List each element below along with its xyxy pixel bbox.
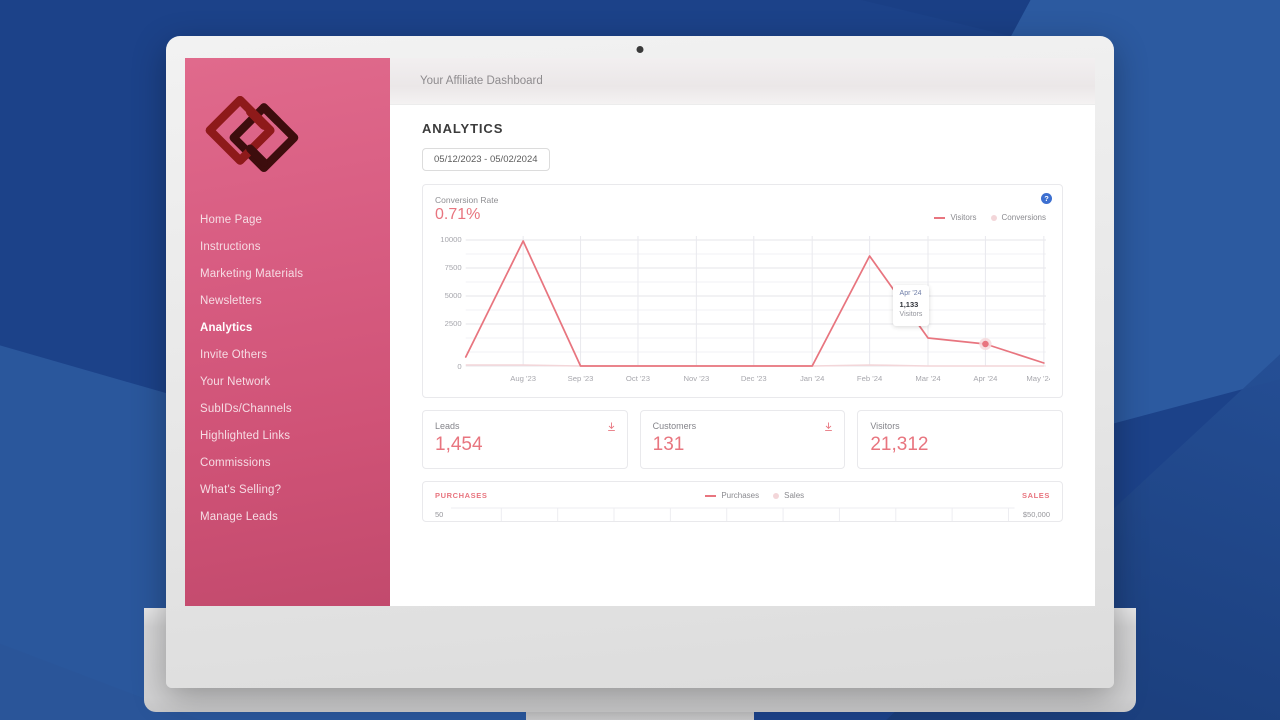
tooltip-series: Visitors — [899, 311, 923, 319]
svg-text:Apr '24: Apr '24 — [973, 374, 997, 383]
purchases-axis-row: 50 $50,000 — [435, 507, 1050, 521]
sales-axis-title: SALES — [1021, 491, 1050, 500]
sidebar-item-highlighted-links[interactable]: Highlighted Links — [185, 422, 390, 449]
stat-label-visitors: Visitors — [870, 421, 900, 431]
chart-header: Conversion Rate 0.71% Visitors Conversio… — [435, 195, 1050, 224]
stat-label-leads: Leads — [435, 421, 460, 431]
tooltip-date: Apr '24 — [899, 290, 922, 298]
sidebar-item-instructions[interactable]: Instructions — [185, 233, 390, 260]
svg-text:Aug '23: Aug '23 — [510, 374, 536, 383]
svg-text:Sep '23: Sep '23 — [568, 374, 594, 383]
line-chart-svg: 10000 7500 5000 2500 0 Aug '23 Sep '23 O… — [440, 235, 1050, 383]
purchases-gridlines — [451, 507, 1015, 521]
legend-dot-swatch-icon — [773, 492, 780, 499]
hover-point — [982, 340, 989, 348]
svg-text:Dec '23: Dec '23 — [741, 374, 767, 383]
purchases-card-header: PURCHASES Purchases Sales SALES — [435, 491, 1050, 500]
top-bar: Your Affiliate Dashboard — [390, 58, 1095, 105]
app-window: Home Page Instructions Marketing Materia… — [185, 58, 1095, 606]
webcam-icon — [636, 46, 644, 53]
sidebar-item-invite-others[interactable]: Invite Others — [185, 341, 390, 368]
stat-cards-row: Leads 1,454 Customers 131 Visitors 21,31… — [422, 410, 1064, 469]
sidebar-item-whats-selling[interactable]: What's Selling? — [185, 476, 390, 503]
svg-text:Nov '23: Nov '23 — [683, 374, 709, 383]
purchases-legend: Purchases Sales — [705, 491, 804, 500]
sidebar: Home Page Instructions Marketing Materia… — [185, 58, 390, 606]
stat-value-customers: 131 — [652, 434, 685, 455]
conversion-rate-label: Conversion Rate — [435, 195, 499, 205]
sidebar-item-newsletters[interactable]: Newsletters — [185, 287, 390, 314]
laptop-stand — [526, 712, 754, 720]
legend-line-swatch-icon — [934, 216, 946, 219]
legend-item-purchases[interactable]: Purchases — [705, 491, 759, 500]
sidebar-item-marketing-materials[interactable]: Marketing Materials — [185, 260, 390, 287]
dashboard-title: Your Affiliate Dashboard — [420, 75, 543, 87]
legend-label-purchases: Purchases — [721, 491, 760, 500]
sidebar-nav: Home Page Instructions Marketing Materia… — [185, 206, 390, 530]
laptop-mockup: Home Page Instructions Marketing Materia… — [144, 36, 1136, 720]
stat-label-customers: Customers — [652, 421, 697, 431]
chart-legend: Visitors Conversions — [934, 213, 1050, 222]
svg-text:10000: 10000 — [440, 235, 461, 244]
chart-tooltip: Apr '24 1,133 Visitors — [892, 285, 930, 326]
laptop-screen: Home Page Instructions Marketing Materia… — [185, 58, 1095, 606]
sidebar-item-home-page[interactable]: Home Page — [185, 206, 390, 233]
purchases-axis-max: 50 — [435, 509, 444, 519]
legend-dot-swatch-icon — [990, 214, 997, 221]
help-icon[interactable]: ? — [1041, 193, 1052, 204]
stat-card-leads: Leads 1,454 — [422, 410, 628, 469]
legend-item-visitors[interactable]: Visitors — [934, 213, 977, 222]
svg-text:May '24: May '24 — [1026, 374, 1050, 383]
brand-logo-icon[interactable] — [197, 88, 307, 180]
stat-card-customers: Customers 131 — [639, 410, 846, 469]
conversion-rate-block: Conversion Rate 0.71% — [435, 195, 498, 224]
svg-text:7500: 7500 — [445, 263, 462, 272]
svg-text:Oct '23: Oct '23 — [626, 374, 650, 383]
sidebar-item-commissions[interactable]: Commissions — [185, 449, 390, 476]
svg-text:Jan '24: Jan '24 — [800, 374, 825, 383]
legend-label-sales: Sales — [784, 491, 805, 500]
stat-value-visitors: 21,312 — [870, 434, 929, 455]
legend-item-conversions[interactable]: Conversions — [990, 213, 1046, 222]
svg-text:Mar '24: Mar '24 — [915, 374, 940, 383]
legend-item-sales[interactable]: Sales — [773, 491, 804, 500]
conversion-rate-chart-card: ? Conversion Rate 0.71% Visitors Convers… — [422, 184, 1063, 398]
purchases-sales-chart-card: PURCHASES Purchases Sales SALES 50 $50,0… — [422, 481, 1063, 522]
svg-text:0: 0 — [457, 362, 461, 371]
legend-label-visitors: Visitors — [950, 213, 977, 222]
date-range-picker[interactable]: 05/12/2023 - 05/02/2024 — [422, 148, 550, 171]
page-title: ANALYTICS — [422, 121, 504, 136]
scroll-area[interactable]: ANALYTICS 05/12/2023 - 05/02/2024 ? Conv… — [390, 105, 1095, 606]
svg-text:5000: 5000 — [445, 291, 462, 300]
sidebar-item-manage-leads[interactable]: Manage Leads — [185, 503, 390, 530]
purchases-axis-title: PURCHASES — [435, 491, 488, 500]
purchases-grid-svg — [451, 507, 1015, 521]
series-visitors-line — [464, 240, 1045, 367]
main-content: Your Affiliate Dashboard ANALYTICS 05/12… — [390, 58, 1095, 606]
svg-text:2500: 2500 — [445, 319, 462, 328]
laptop-lid: Home Page Instructions Marketing Materia… — [166, 36, 1114, 688]
sidebar-item-subids-channels[interactable]: SubIDs/Channels — [185, 395, 390, 422]
sidebar-item-analytics[interactable]: Analytics — [185, 314, 390, 341]
chart-plot-area[interactable]: 10000 7500 5000 2500 0 Aug '23 Sep '23 O… — [435, 226, 1050, 391]
stat-card-visitors: Visitors 21,312 — [857, 410, 1064, 469]
sidebar-item-your-network[interactable]: Your Network — [185, 368, 390, 395]
svg-text:Feb '24: Feb '24 — [857, 374, 882, 383]
tooltip-value: 1,133 — [899, 299, 919, 309]
legend-label-conversions: Conversions — [1001, 213, 1046, 222]
sales-axis-max: $50,000 — [1022, 509, 1050, 519]
conversion-rate-value: 0.71% — [435, 206, 481, 223]
download-icon[interactable] — [607, 422, 616, 432]
legend-line-swatch-icon — [705, 494, 717, 497]
stat-value-leads: 1,454 — [435, 434, 483, 455]
download-icon[interactable] — [824, 422, 833, 432]
